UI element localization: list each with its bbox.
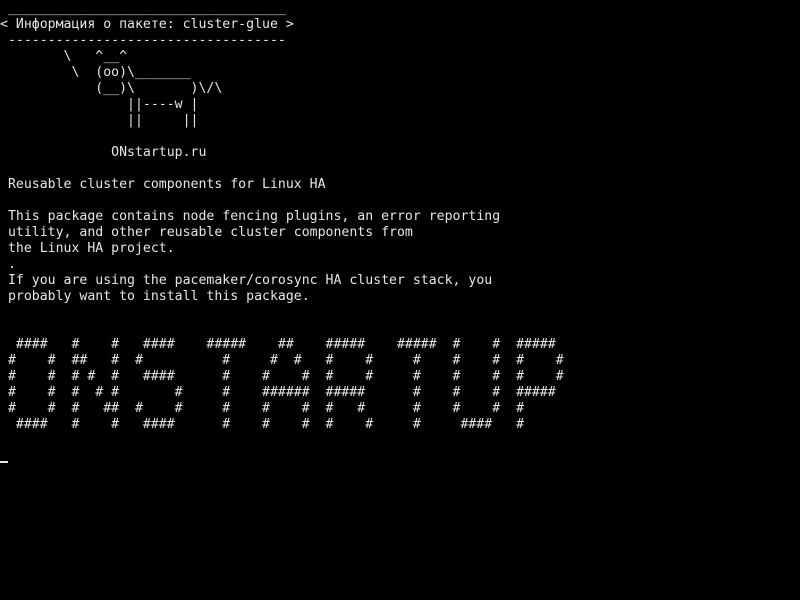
package-description: This package contains node fencing plugi… bbox=[0, 209, 800, 305]
banner-art-line: # # # # # #### # # # # # # # # # # bbox=[0, 369, 564, 384]
site-name: ONstartup.ru bbox=[0, 145, 207, 160]
cow-line: || || bbox=[0, 113, 199, 128]
description-line: the Linux HA project. bbox=[0, 241, 175, 256]
terminal-cursor bbox=[0, 461, 8, 463]
cow-line: \ (oo)\_______ bbox=[0, 65, 191, 80]
banner-art-line: # # # ## # # # # # # # # # # # bbox=[0, 401, 525, 416]
cow-line: ||----w | bbox=[0, 97, 199, 112]
description-line: If you are using the pacemaker/corosync … bbox=[0, 273, 493, 288]
package-info-title: < Информация о пакете: cluster-glue > bbox=[0, 17, 294, 32]
package-summary: Reusable cluster components for Linux HA bbox=[0, 177, 326, 192]
banner-top-border: ___________________________________ bbox=[0, 1, 286, 16]
banner-art-line: #### # # #### ##### ## ##### ##### # # #… bbox=[0, 337, 556, 352]
banner-art-line: #### # # #### # # # # # # #### # bbox=[0, 417, 525, 432]
banner-art-line: # # ## # # # # # # # # # # # # bbox=[0, 353, 564, 368]
banner-art-line: # # # # # # # ###### ##### # # # ##### bbox=[0, 385, 556, 400]
description-line: . bbox=[0, 257, 16, 272]
banner-bottom-border: ----------------------------------- bbox=[0, 33, 286, 48]
terminal-screen[interactable]: ___________________________________ < Ин… bbox=[0, 0, 800, 600]
description-line: probably want to install this package. bbox=[0, 289, 310, 304]
ascii-banner-art: #### # # #### ##### ## ##### ##### # # #… bbox=[0, 337, 800, 433]
description-line: utility, and other reusable cluster comp… bbox=[0, 225, 413, 240]
description-line: This package contains node fencing plugi… bbox=[0, 209, 501, 224]
cow-line: (__)\ )\/\ bbox=[0, 81, 223, 96]
cowsay-ascii-art: \ ^__^ \ (oo)\_______ (__)\ )\/\ ||----w… bbox=[0, 49, 800, 129]
cow-line: \ ^__^ bbox=[0, 49, 128, 64]
